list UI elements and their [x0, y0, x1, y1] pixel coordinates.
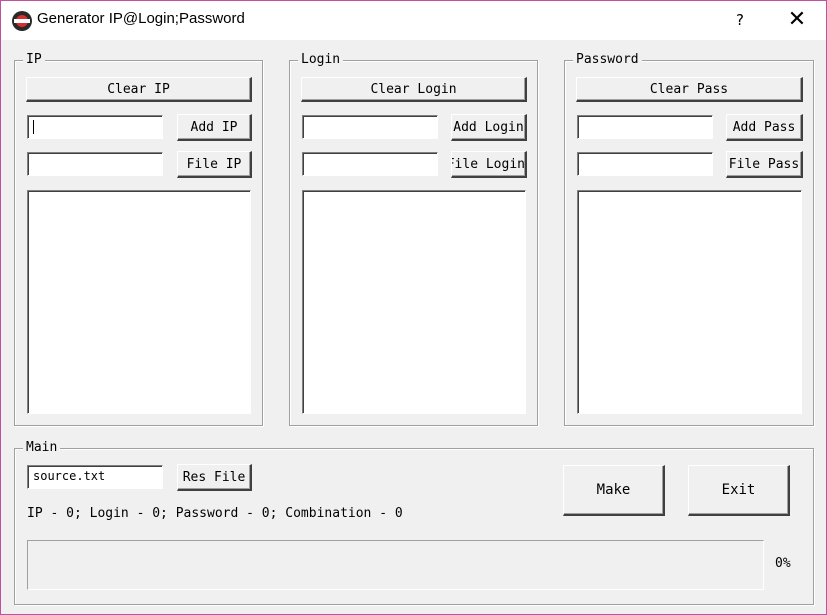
- ip-listbox[interactable]: [27, 190, 251, 414]
- file-ip-button[interactable]: File IP: [177, 151, 252, 178]
- ip-file-input[interactable]: [27, 152, 163, 176]
- res-file-button[interactable]: Res File: [177, 464, 252, 491]
- close-icon: ✕: [787, 7, 807, 32]
- app-window: Generator IP@Login;Password ? ✕ IP Clear…: [0, 0, 827, 615]
- progress-percent: 0%: [775, 556, 791, 571]
- make-button[interactable]: Make: [563, 465, 665, 516]
- password-listbox[interactable]: [577, 190, 802, 414]
- add-pass-button[interactable]: Add Pass: [726, 114, 803, 141]
- ip-add-input[interactable]: [27, 115, 163, 139]
- help-button[interactable]: ?: [723, 1, 757, 40]
- window-title: Generator IP@Login;Password: [37, 10, 245, 27]
- exit-button[interactable]: Exit: [688, 465, 790, 516]
- login-listbox[interactable]: [302, 190, 526, 414]
- password-add-input[interactable]: [577, 115, 713, 139]
- password-file-input[interactable]: [577, 152, 713, 176]
- clear-login-button[interactable]: Clear Login: [301, 77, 527, 102]
- login-add-input[interactable]: [302, 115, 438, 139]
- password-group-legend: Password: [573, 52, 642, 68]
- close-button[interactable]: ✕: [773, 1, 821, 40]
- file-login-button[interactable]: File Login: [451, 151, 527, 178]
- add-login-button[interactable]: Add Login: [451, 114, 527, 141]
- result-file-input[interactable]: source.txt: [27, 465, 163, 489]
- ip-group-legend: IP: [23, 52, 45, 68]
- file-pass-button[interactable]: File Pass: [726, 151, 803, 178]
- main-group-legend: Main: [23, 440, 61, 456]
- add-ip-button[interactable]: Add IP: [177, 114, 252, 141]
- login-group-legend: Login: [298, 52, 344, 68]
- clear-pass-button[interactable]: Clear Pass: [576, 77, 803, 102]
- app-icon: [12, 11, 32, 31]
- clear-ip-button[interactable]: Clear IP: [26, 77, 252, 102]
- status-text: IP - 0; Login - 0; Password - 0; Combina…: [27, 506, 403, 521]
- text-caret: [33, 120, 34, 134]
- login-file-input[interactable]: [302, 152, 438, 176]
- title-bar: Generator IP@Login;Password ? ✕: [1, 1, 826, 40]
- progress-bar: [27, 540, 764, 590]
